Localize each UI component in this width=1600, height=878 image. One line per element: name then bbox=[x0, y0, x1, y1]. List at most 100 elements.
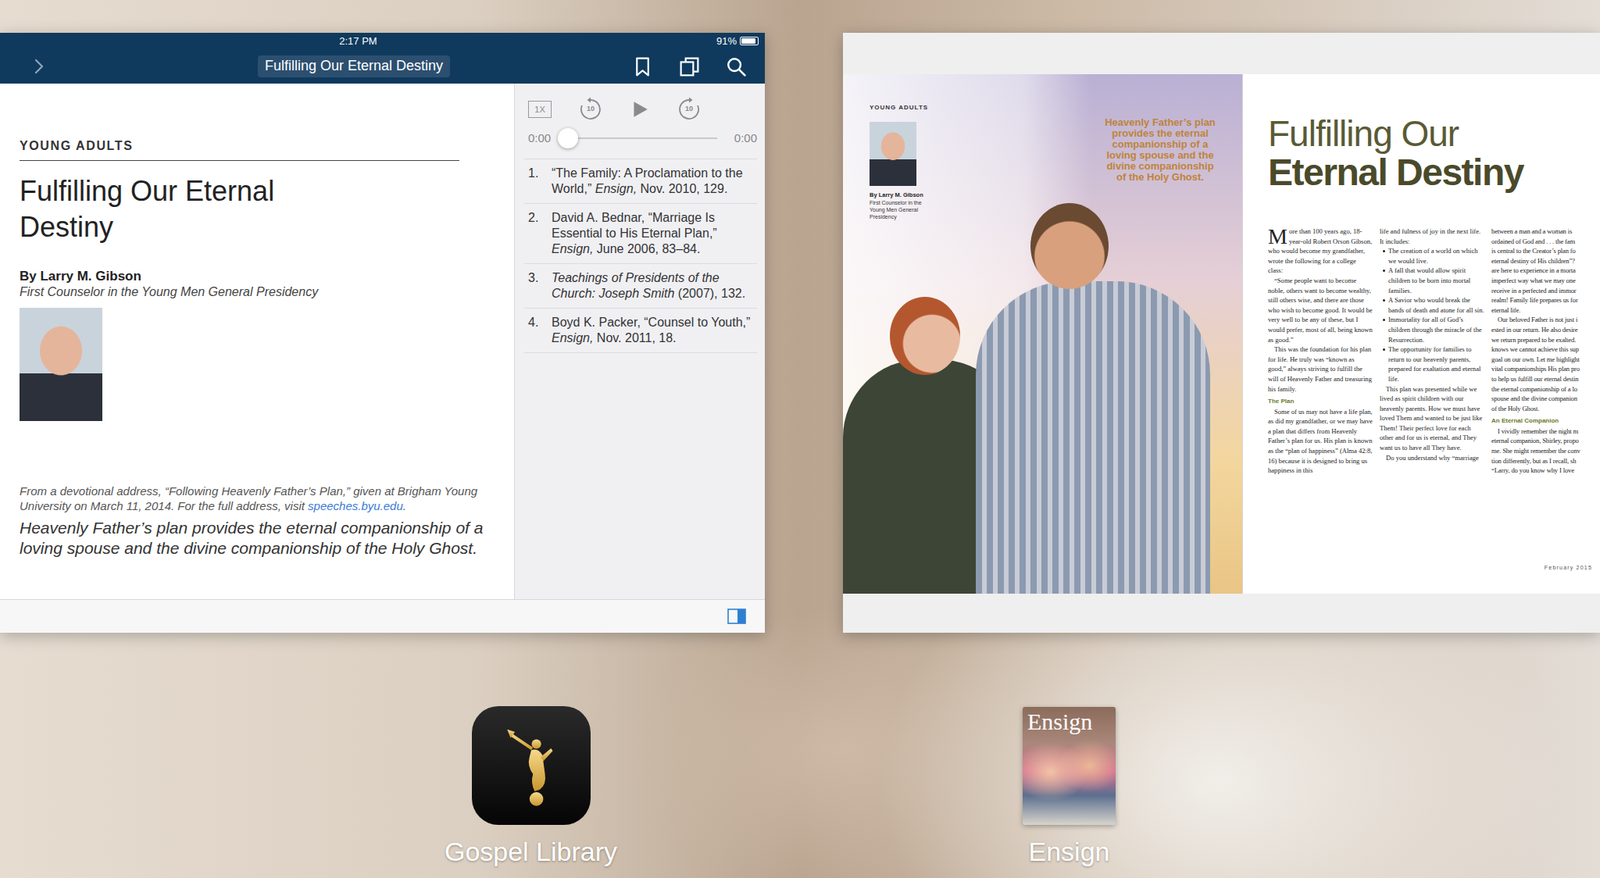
play-icon[interactable] bbox=[629, 99, 650, 120]
text-line: of the Holy Ghost. bbox=[1491, 403, 1597, 415]
text-columns: More than 100 years ago, 18-year-old Rob… bbox=[1267, 226, 1597, 476]
subheading: An Eternal Companion bbox=[1491, 416, 1597, 427]
bullet-item: The creation of a world on which we woul… bbox=[1379, 246, 1485, 266]
app-switcher: Gospel Library Ensign Ensign bbox=[0, 706, 1600, 868]
text-line: eternal life. bbox=[1491, 305, 1597, 316]
bullet-item: The opportunity for families to return t… bbox=[1379, 344, 1485, 384]
note-text: David A. Bednar, “Marriage Is Essential … bbox=[551, 210, 758, 258]
speed-button[interactable]: 1X bbox=[528, 100, 552, 118]
section-label: YOUNG ADULTS bbox=[19, 138, 460, 161]
clock: 2:17 PM bbox=[339, 35, 377, 47]
article: YOUNG ADULTS Fulfilling Our Eternal Desti… bbox=[0, 83, 515, 600]
note-item[interactable]: 1.“The Family: A Proclamation to the Wor… bbox=[524, 158, 758, 204]
text-line: receive in a perfected and immor bbox=[1491, 285, 1597, 297]
speeches-link[interactable]: speeches.byu.edu bbox=[307, 499, 404, 513]
note-number: 4. bbox=[528, 314, 543, 347]
subheading: The Plan bbox=[1267, 396, 1373, 408]
left-page: YOUNG ADULTS By Larry M. GibsonFirst Coun… bbox=[842, 74, 1243, 594]
chevron-right-icon[interactable] bbox=[29, 57, 49, 76]
intro: Heavenly Father’s plan provides the eter… bbox=[19, 517, 499, 559]
text-line: spouse and the divine companion bbox=[1491, 393, 1597, 404]
forward-button[interactable]: 10 bbox=[676, 96, 702, 122]
audio-player: 1X 10 10 bbox=[524, 96, 758, 122]
text-line: I vividly remember the night m bbox=[1491, 426, 1597, 437]
ensign-window[interactable]: YOUNG ADULTS By Larry M. GibsonFirst Coun… bbox=[842, 32, 1600, 633]
app-label: Gospel Library bbox=[444, 835, 618, 868]
note-number: 3. bbox=[528, 270, 543, 302]
paragraph: “Some people want to become noble, other… bbox=[1267, 275, 1373, 345]
bullet-item: A fall that would allow spirit children … bbox=[1379, 265, 1485, 296]
article-title: Fulfilling Our Eternal Destiny bbox=[19, 173, 333, 246]
text-line: we return prepared to be exalted. bbox=[1491, 335, 1597, 346]
author-role: First Counselor in the Young Men General… bbox=[869, 199, 926, 221]
paragraph: life and fulness of joy in the next life… bbox=[1379, 226, 1485, 247]
text-line: between a man and a woman is bbox=[1491, 226, 1597, 237]
text-line: the eternal companionship of a lo bbox=[1491, 384, 1597, 395]
note-item[interactable]: 2.David A. Bednar, “Marriage Is Essentia… bbox=[524, 203, 758, 264]
paragraph: Do you understand why “marriage bbox=[1379, 453, 1485, 464]
note-number: 2. bbox=[528, 210, 543, 258]
text-column: between a man and a woman isordained of … bbox=[1491, 226, 1597, 476]
paragraph: This plan was presented while we lived a… bbox=[1379, 384, 1485, 454]
bullet-icon bbox=[1382, 348, 1386, 351]
paragraph: Some of us may not have a life plan, as … bbox=[1267, 407, 1373, 476]
sidebar-toggle-icon[interactable] bbox=[727, 608, 747, 625]
text-line: Our beloved Father is not just i bbox=[1491, 314, 1597, 325]
battery-percent: 91% bbox=[716, 35, 737, 47]
wallpaper-photo: 2:17 PM 91% Fulfilling Our Eternal Destiny… bbox=[0, 0, 1600, 878]
app-item[interactable]: Gospel Library bbox=[414, 706, 649, 868]
issue-date: February 2015 bbox=[1267, 564, 1597, 573]
note-item[interactable]: 3.Teachings of Presidents of the Church:… bbox=[524, 263, 758, 308]
search-icon[interactable] bbox=[725, 55, 748, 79]
text-line: tion differently, but as I recall, sh bbox=[1491, 456, 1597, 467]
byline: YOUNG ADULTS By Larry M. GibsonFirst Coun… bbox=[842, 74, 961, 221]
author-role: First Counselor in the Young Men General… bbox=[19, 284, 499, 300]
bottom-toolbar bbox=[0, 599, 765, 633]
slider-track[interactable] bbox=[567, 137, 718, 140]
paragraph: This was the foundation for his plan for… bbox=[1267, 344, 1373, 394]
text-line: are here to experience in a morta bbox=[1491, 265, 1597, 276]
slider-knob[interactable] bbox=[557, 128, 579, 149]
angel-moroni-icon[interactable] bbox=[488, 722, 575, 809]
rewind-button[interactable]: 10 bbox=[578, 96, 604, 122]
paragraph: More than 100 years ago, 18-year-old Rob… bbox=[1267, 226, 1373, 276]
status-bar: 2:17 PM 91% bbox=[0, 32, 765, 50]
text-line: knows we cannot achieve this sup bbox=[1491, 344, 1597, 355]
author: By Larry M. Gibson bbox=[19, 268, 499, 285]
bullet-item: A Savior who would break the bands of de… bbox=[1379, 295, 1485, 315]
title-button[interactable]: Fulfilling Our Eternal Destiny bbox=[257, 55, 450, 78]
text-line: goal on our own. Let me highlight bbox=[1491, 354, 1597, 365]
text-column: life and fulness of joy in the next life… bbox=[1379, 226, 1485, 476]
section-label: YOUNG ADULTS bbox=[869, 103, 961, 113]
nav-bar: Fulfilling Our Eternal Destiny bbox=[0, 49, 765, 84]
note-text: Boyd K. Packer, “Counsel to Youth,” Ensi… bbox=[551, 314, 758, 347]
author: By Larry M. Gibson bbox=[869, 190, 961, 200]
bullet-item: Immortality for all of God’s children th… bbox=[1379, 314, 1485, 345]
text-line: ested in our return. He also desire bbox=[1491, 325, 1597, 336]
side-panel: 1X 10 10 0:000:00 1.“The Family: A Proclamat… bbox=[514, 83, 765, 600]
text-line: eternal companion, Shirley, propo bbox=[1491, 435, 1597, 447]
note-item[interactable]: 4.Boyd K. Packer, “Counsel to Youth,” En… bbox=[524, 307, 758, 354]
text-line: eternal destiny of His children”? bbox=[1491, 256, 1597, 267]
gospel-library-icon[interactable] bbox=[471, 706, 591, 825]
text-line: imperfect way what we may one bbox=[1491, 275, 1597, 286]
author-photo bbox=[869, 121, 917, 186]
app-label: Ensign bbox=[1028, 835, 1111, 868]
cover-title: Ensign bbox=[1022, 707, 1116, 735]
drop-cap: M bbox=[1267, 227, 1288, 246]
battery-icon bbox=[739, 36, 759, 46]
note-text: Teachings of Presidents of the Church: J… bbox=[551, 270, 758, 302]
text-line: realm! Family life prepares us for bbox=[1491, 295, 1597, 306]
text-line: ordained of God and . . . the fam bbox=[1491, 236, 1597, 247]
ensign-icon[interactable]: Ensign bbox=[1022, 707, 1116, 825]
text-line: “Larry, do you know why I love bbox=[1491, 465, 1597, 476]
right-page: Fulfilling OurEternal DestinyMore than 1… bbox=[1242, 74, 1600, 594]
play-button[interactable] bbox=[629, 99, 650, 120]
bullet-icon bbox=[1382, 318, 1386, 322]
text-line: is central to the Creator’s plan fo bbox=[1491, 246, 1597, 257]
gospel-library-window[interactable]: 2:17 PM 91% Fulfilling Our Eternal Destiny… bbox=[0, 32, 765, 633]
bookmark-icon[interactable] bbox=[631, 55, 654, 79]
windows-icon[interactable] bbox=[678, 55, 701, 79]
progress-slider[interactable]: 0:000:00 bbox=[524, 129, 758, 148]
app-item[interactable]: Ensign Ensign bbox=[952, 706, 1187, 868]
